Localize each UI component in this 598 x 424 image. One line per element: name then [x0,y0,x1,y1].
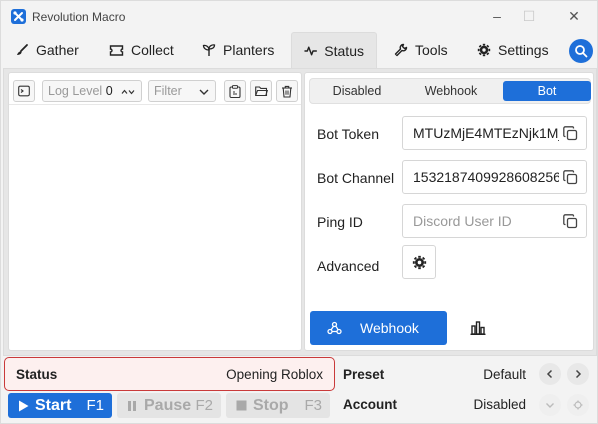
preset-next-button[interactable] [567,363,589,385]
bot-token-label: Bot Token [317,126,380,142]
console-button[interactable] [13,80,35,102]
stop-icon [236,400,247,411]
tab-planters[interactable]: Planters [190,32,286,68]
webhook-icon [327,321,342,335]
sprout-icon [202,44,216,56]
play-icon [19,400,29,412]
bot-channel-label: Bot Channel [317,170,395,186]
open-folder-button[interactable] [250,80,272,102]
window-title: Revolution Macro [32,10,126,24]
pulse-icon [304,45,317,56]
gear-icon [477,43,491,57]
search-button[interactable] [569,39,593,63]
tab-label: Tools [415,42,448,58]
terminal-icon [18,85,30,97]
advanced-label: Advanced [317,258,380,274]
gear-icon [573,400,583,410]
chevron-right-icon [575,369,582,379]
clipboard-icon [229,85,241,98]
stop-label: Stop [253,397,289,414]
preset-label: Preset [343,367,385,382]
ping-id-placeholder: Discord User ID [413,213,512,229]
clear-log-button[interactable] [276,80,298,102]
status-label: Status [16,367,58,382]
close-button[interactable]: ✕ [564,7,584,25]
log-level-label: Log Level [48,84,103,98]
webhook-button[interactable]: Webhook [310,311,447,345]
status-indicator: Status Opening Roblox [4,357,335,391]
bot-token-field[interactable]: MTUzMjE4MTEzNjk1MjY [402,116,587,150]
filter-label: Filter [154,84,182,98]
status-value: Opening Roblox [226,367,323,382]
title-bar: Revolution Macro – ☐ ✕ [1,1,597,31]
search-icon [575,45,588,58]
bar-chart-icon[interactable] [469,319,487,337]
log-toolbar: Log Level 0 Filter [9,73,301,105]
bot-token-value: MTUzMjE4MTEzNjk1MjY [413,125,559,141]
chevron-down-icon [546,403,554,408]
tab-label: Gather [36,42,79,58]
discord-settings-panel: Disabled Webhook Bot Bot Token MTUzMjE4M… [304,72,594,351]
tab-status[interactable]: Status [291,32,377,68]
tab-settings[interactable]: Settings [465,32,561,68]
folder-icon [255,86,268,97]
pause-icon [128,401,136,411]
tab-label: Status [324,42,364,59]
gear-icon [412,255,427,270]
tab-tools[interactable]: Tools [382,32,460,68]
tab-label: Collect [131,42,174,58]
account-label: Account [343,397,397,412]
app-logo-icon [11,9,26,24]
trash-icon [282,85,292,98]
maximize-button[interactable]: ☐ [519,7,539,25]
app-window: Revolution Macro – ☐ ✕ Gather Collect Pl… [0,0,598,424]
preset-value: Default [483,367,526,382]
start-label: Start [35,397,72,414]
main-nav: Gather Collect Planters Status Tools Set… [1,32,597,68]
pause-button[interactable]: Pause F2 [117,393,221,418]
stop-button[interactable]: Stop F3 [226,393,330,418]
broom-icon [17,44,28,55]
stop-hotkey: F3 [304,397,322,414]
ping-id-label: Ping ID [317,214,363,230]
account-value: Disabled [473,397,526,412]
log-output[interactable] [9,106,301,350]
segment-disabled[interactable]: Disabled [313,81,401,101]
mode-segmented-control: Disabled Webhook Bot [309,78,591,104]
copy-icon[interactable] [563,170,578,185]
minimize-button[interactable]: – [487,7,507,25]
copy-log-button[interactable] [224,80,246,102]
webhook-button-label: Webhook [360,320,419,336]
ping-id-field[interactable]: Discord User ID [402,204,587,238]
pause-label: Pause [144,397,192,414]
chevron-left-icon [546,369,553,379]
log-panel: Log Level 0 Filter [8,72,302,351]
chevron-down-icon [199,89,209,95]
advanced-settings-button[interactable] [402,245,436,279]
filter-select[interactable]: Filter [148,80,216,102]
start-button[interactable]: Start F1 [8,393,112,418]
account-settings-button[interactable] [567,394,589,416]
tab-label: Settings [498,42,549,58]
copy-icon[interactable] [563,126,578,141]
preset-prev-button[interactable] [539,363,561,385]
tab-label: Planters [223,42,275,58]
pause-hotkey: F2 [195,397,213,414]
segment-bot[interactable]: Bot [503,81,591,101]
log-level-select[interactable]: Log Level 0 [42,80,142,102]
log-level-value: 0 [105,84,113,98]
account-dropdown-button[interactable] [539,394,561,416]
ticket-icon [109,44,124,56]
tab-gather[interactable]: Gather [3,32,91,68]
chevron-up-down-icon [121,89,135,95]
start-hotkey: F1 [86,397,104,414]
wrench-icon [394,43,408,57]
tab-collect[interactable]: Collect [97,32,186,68]
copy-icon[interactable] [563,214,578,229]
status-page: Log Level 0 Filter Disabled Webhook Bot … [3,68,597,356]
bot-channel-field[interactable]: 1532187409928608256 [402,160,587,194]
segment-webhook[interactable]: Webhook [407,81,495,101]
bot-channel-value: 1532187409928608256 [413,169,559,185]
